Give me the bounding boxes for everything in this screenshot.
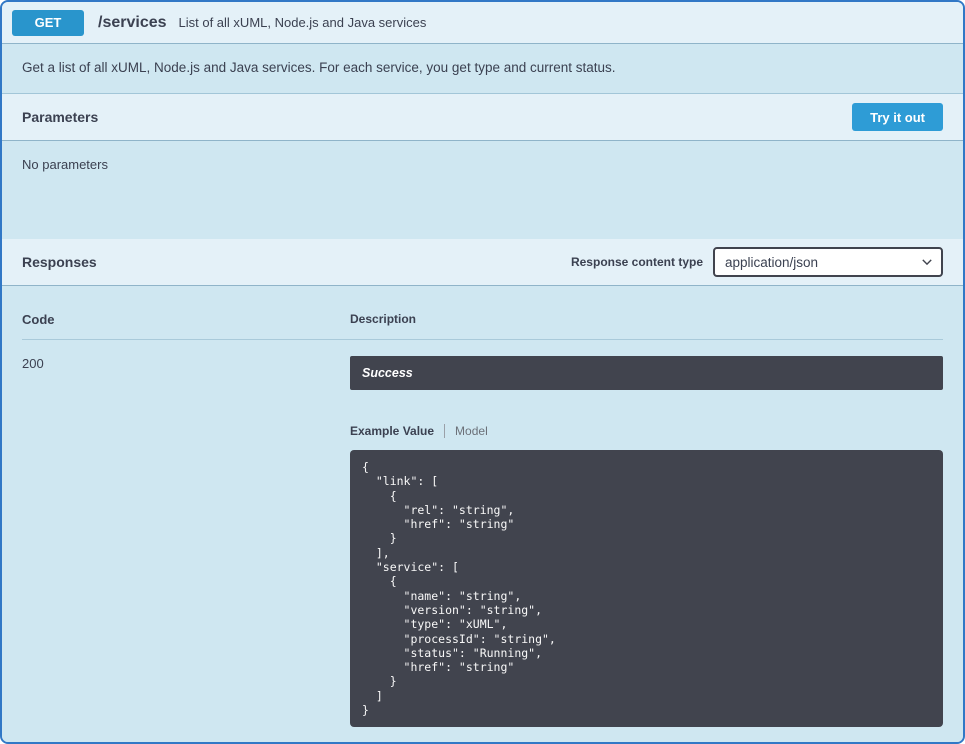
response-content-type-select[interactable]: application/json — [713, 247, 943, 277]
response-content-type-label: Response content type — [571, 255, 703, 269]
response-row-200: 200 Success Example Value Model { "link"… — [22, 340, 943, 727]
operation-description: Get a list of all xUML, Node.js and Java… — [2, 44, 963, 94]
response-status-label: Success — [362, 366, 413, 380]
parameters-title: Parameters — [22, 109, 98, 125]
endpoint-summary: List of all xUML, Node.js and Java servi… — [179, 15, 427, 30]
endpoint-path[interactable]: /services — [98, 14, 167, 32]
operation-block-get-services: GET /services List of all xUML, Node.js … — [0, 0, 965, 744]
response-status-bar: Success — [350, 356, 943, 390]
parameters-body: No parameters — [2, 141, 963, 239]
example-value-panel: { "link": [ { "rel": "string", "href": "… — [350, 450, 943, 727]
description-column-header: Description — [350, 312, 943, 327]
response-content-type-select-wrap: application/json — [713, 247, 943, 277]
responses-table-header: Code Description — [22, 298, 943, 340]
responses-table: Code Description 200 Success Example Val… — [22, 298, 943, 727]
operation-summary-bar[interactable]: GET /services List of all xUML, Node.js … — [2, 2, 963, 44]
parameters-header: Parameters Try it out — [2, 94, 963, 141]
responses-header: Responses Response content type applicat… — [2, 239, 963, 286]
tab-model[interactable]: Model — [455, 424, 488, 438]
code-column-header: Code — [22, 312, 350, 327]
no-parameters-message: No parameters — [22, 157, 108, 172]
response-code: 200 — [22, 356, 350, 727]
responses-body: Code Description 200 Success Example Val… — [2, 286, 963, 744]
tab-divider — [444, 424, 445, 438]
response-description-cell: Success Example Value Model { "link": [ … — [350, 356, 943, 727]
response-content-type-group: Response content type application/json — [571, 247, 943, 277]
tab-example-value[interactable]: Example Value — [350, 424, 434, 438]
example-json-code: { "link": [ { "rel": "string", "href": "… — [362, 460, 931, 717]
example-model-tabs: Example Value Model — [350, 424, 943, 438]
method-badge[interactable]: GET — [12, 10, 84, 36]
try-it-out-button[interactable]: Try it out — [852, 103, 943, 131]
responses-title: Responses — [22, 254, 97, 270]
